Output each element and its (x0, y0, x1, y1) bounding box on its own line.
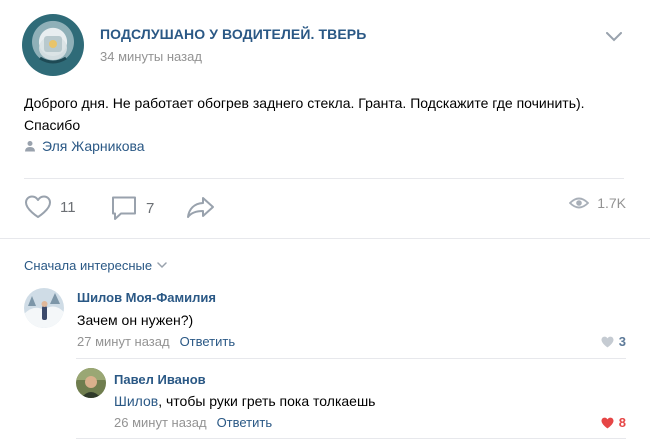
comment-like-button[interactable]: 3 (601, 334, 626, 349)
comments-sort-dropdown[interactable]: Сначала интересные (24, 258, 167, 273)
comment-like-count: 8 (618, 415, 626, 430)
heart-icon (601, 336, 614, 347)
comment-like-count: 3 (618, 334, 626, 349)
comment-button[interactable]: 7 (110, 195, 154, 221)
post-header: ПОДСЛУШАНО У ВОДИТЕЛЕЙ. ТВЕРЬ 34 минуты … (22, 14, 628, 76)
like-count: 11 (60, 198, 76, 216)
comment-icon (112, 196, 136, 220)
comment-author[interactable]: Шилов Моя-Фамилия (77, 290, 216, 305)
post-time[interactable]: 34 минуты назад (100, 49, 202, 64)
share-button[interactable] (186, 195, 216, 219)
person-icon (25, 141, 35, 152)
section-divider (0, 238, 650, 239)
post-card: ПОДСЛУШАНО У ВОДИТЕЛЕЙ. ТВЕРЬ 34 минуты … (0, 0, 650, 445)
reply-button[interactable]: Ответить (217, 415, 273, 430)
share-icon (187, 197, 214, 218)
comment-divider (76, 438, 626, 439)
reply-comment-item: Павел Иванов Шилов, чтобы руки греть пок… (76, 368, 626, 434)
divider (24, 178, 624, 179)
post-author[interactable]: Эля Жарникова (24, 138, 145, 154)
group-name[interactable]: ПОДСЛУШАНО У ВОДИТЕЛЕЙ. ТВЕРЬ (100, 26, 366, 42)
post-text: Доброго дня. Не работает обогрев заднего… (24, 95, 585, 133)
comment-like-button[interactable]: 8 (601, 415, 626, 430)
post-author-name[interactable]: Эля Жарникова (42, 138, 145, 154)
comment-count: 7 (146, 199, 155, 217)
views-counter: 1.7K (569, 195, 626, 211)
comment-meta: 26 минут назад Ответить (114, 415, 272, 430)
comment-item: Шилов Моя-Фамилия Зачем он нужен?) 27 ми… (24, 288, 626, 349)
comment-text: Зачем он нужен?) (77, 312, 194, 328)
chevron-down-icon[interactable] (606, 32, 622, 42)
comment-avatar[interactable] (76, 368, 106, 398)
reply-button[interactable]: Ответить (180, 334, 236, 349)
post-actions: 11 7 1.7K (24, 195, 626, 225)
comment-text-body: , чтобы руки греть пока толкаешь (158, 393, 376, 409)
eye-icon (569, 197, 590, 209)
comment-divider (76, 358, 626, 359)
comment-time[interactable]: 26 минут назад (114, 415, 207, 430)
comment-time[interactable]: 27 минут назад (77, 334, 170, 349)
heart-outline-icon (25, 195, 51, 218)
sort-label[interactable]: Сначала интересные (24, 258, 152, 273)
chevron-down-icon (157, 262, 167, 269)
like-button[interactable]: 11 (24, 195, 76, 219)
group-avatar[interactable] (22, 14, 84, 76)
heart-filled-icon (601, 417, 614, 428)
comment-author[interactable]: Павел Иванов (114, 372, 206, 387)
mention-link[interactable]: Шилов (114, 393, 158, 409)
comment-avatar[interactable] (24, 288, 64, 328)
views-count: 1.7K (597, 195, 626, 211)
comment-text: Шилов, чтобы руки греть пока толкаешь (114, 393, 375, 409)
comment-meta: 27 минут назад Ответить (77, 334, 235, 349)
